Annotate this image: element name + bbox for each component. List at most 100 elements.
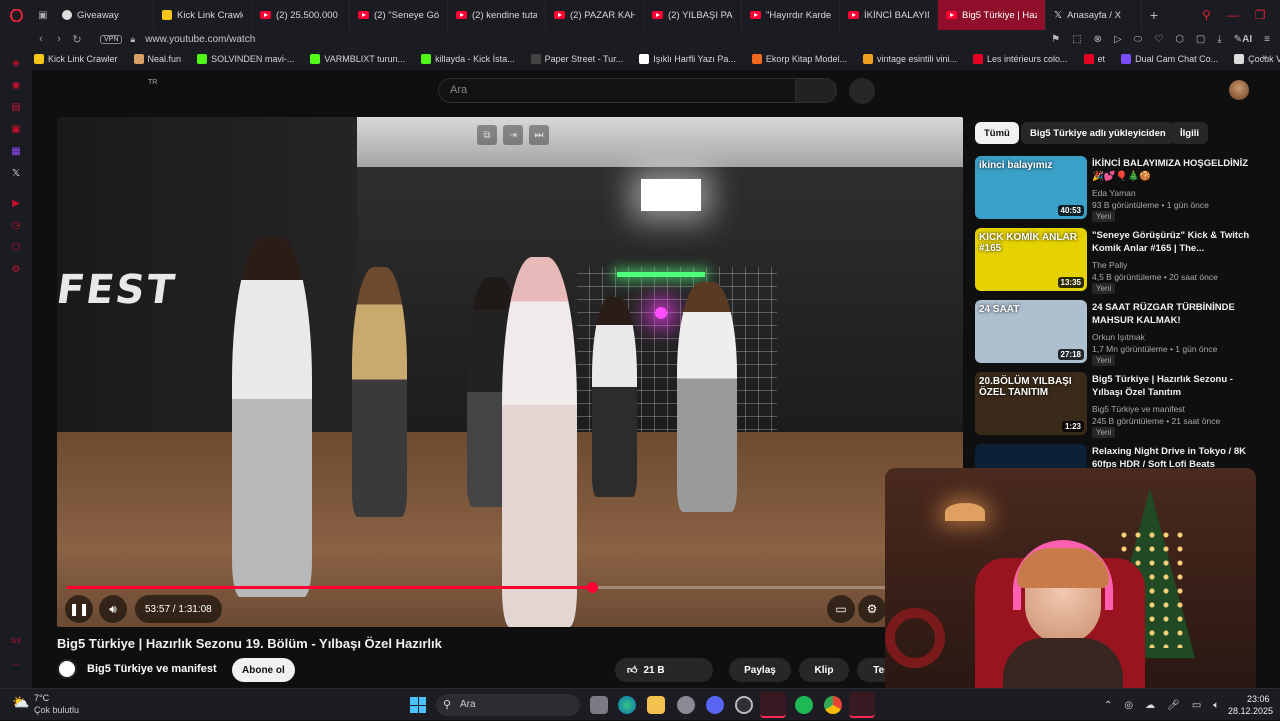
file-explorer-icon[interactable]	[647, 696, 665, 714]
clip-button[interactable]: Klip	[799, 658, 849, 682]
browser-tab[interactable]: (2) YILBAŞI PASTA	[644, 0, 742, 30]
channel-avatar[interactable]	[57, 659, 77, 679]
bookmark-item[interactable]: Les intérieurs colo...	[965, 54, 1076, 64]
recommended-title[interactable]: İKİNCİ BALAYIMIZA HOŞGELDİNİZ 🎉💕🎈🎄🍪	[1092, 158, 1262, 183]
cast-icon[interactable]: ⇥	[503, 125, 523, 145]
recommended-video[interactable]: KICK KOMİK ANLAR #165 13:35 "Seneye Görüşü…	[975, 228, 1265, 294]
snapshot-icon[interactable]: ⬚	[1072, 34, 1081, 45]
steam-icon[interactable]	[735, 696, 753, 714]
video-thumbnail[interactable]: 24 SAAT 27:18	[975, 300, 1087, 363]
back-arrow-icon[interactable]: ‹	[32, 33, 50, 45]
display-icon[interactable]: ▭	[1192, 700, 1201, 711]
download-icon[interactable]: ⤓	[1217, 34, 1221, 45]
recommended-channel[interactable]: Orkun Işıtmak	[1092, 332, 1145, 342]
chat-icon[interactable]: ▤	[10, 102, 22, 114]
tab-overview-icon[interactable]: ▣	[32, 10, 54, 21]
taskbar-search-input[interactable]: Ara	[436, 694, 580, 716]
browser-tab[interactable]: "Hayırdır Kardeş"	[742, 0, 840, 30]
mic-icon[interactable]: 🎤︎	[1167, 700, 1180, 711]
recommended-title[interactable]: Big5 Türkiye | Hazırlık Sezonu - Yılbaşı…	[1092, 374, 1262, 399]
bookmark-item[interactable]: Kick Link Crawler	[26, 54, 126, 64]
minimize-button[interactable]: —	[1227, 8, 1239, 22]
flow-icon[interactable]: ⬭	[1134, 34, 1143, 45]
task-view-icon[interactable]	[590, 696, 608, 714]
adblock-icon[interactable]: ⊗	[1094, 34, 1102, 45]
gx-icon[interactable]: GX	[10, 636, 22, 648]
voice-search-button[interactable]	[849, 78, 875, 104]
progress-bar[interactable]	[67, 582, 953, 593]
bookmark-item[interactable]: et	[1076, 54, 1114, 64]
cloud-icon[interactable]: ☁	[1145, 700, 1155, 711]
account-avatar[interactable]	[1229, 80, 1249, 100]
bookmark-item[interactable]: vintage esintili vini...	[855, 54, 965, 64]
recommended-video[interactable]: 20.BÖLÜM YILBAŞI ÖZEL TANITIM 1:23 Big5 Tü…	[975, 372, 1265, 438]
obs-icon[interactable]	[849, 692, 875, 718]
tray-chevron-icon[interactable]: ⌃	[1104, 700, 1112, 711]
settings-app-icon[interactable]	[677, 696, 695, 714]
recommended-channel[interactable]: Eda Yaman	[1092, 188, 1136, 198]
channel-name[interactable]: Big5 Türkiye ve manifest	[87, 663, 217, 675]
settings-icon[interactable]: ⚙	[10, 264, 22, 276]
bookmark-item[interactable]: Dual Cam Chat Co...	[1113, 54, 1226, 64]
weather-temp[interactable]: 7°C	[34, 693, 49, 703]
chrome-icon[interactable]	[824, 696, 842, 714]
search-input[interactable]: Ara	[438, 78, 796, 103]
clock-date[interactable]: 28.12.2025	[1228, 706, 1273, 716]
video-thumbnail[interactable]: ikinci balayımız 40:53	[975, 156, 1087, 219]
reload-icon[interactable]: ↻	[68, 33, 86, 46]
player-sidebar-icon[interactable]: ▶	[10, 198, 22, 210]
aria-icon[interactable]: ✎AI	[1234, 34, 1252, 45]
clock-time[interactable]: 23:06	[1247, 694, 1270, 704]
more-icon[interactable]: ···	[10, 658, 22, 670]
bookmark-item[interactable]: SOLVINDEN mavi-...	[189, 54, 302, 64]
scrubber-handle[interactable]	[586, 582, 598, 593]
opera-logo-icon[interactable]	[0, 8, 32, 22]
new-tab-button[interactable]: +	[1142, 7, 1166, 23]
browser-tab[interactable]: İKİNCİ BALAYIMIZ	[840, 0, 938, 30]
video-thumbnail[interactable]: KICK KOMİK ANLAR #165 13:35	[975, 228, 1087, 291]
recommended-title[interactable]: "Seneye Görüşürüz" Kick & Twitch Komik A…	[1092, 230, 1262, 255]
weather-icon[interactable]: ⛅	[12, 694, 29, 711]
miniplayer-icon[interactable]: ⧉	[477, 125, 497, 145]
forward-arrow-icon[interactable]: ›	[50, 33, 68, 45]
weather-desc[interactable]: Çok bulutlu	[34, 705, 79, 715]
browser-tab[interactable]: 𝕏 Anasayfa / X	[1046, 0, 1142, 30]
browser-tab[interactable]: Kick Link Crawler	[154, 0, 252, 30]
recommended-title[interactable]: 24 SAAT RÜZGAR TÜRBİNİNDE MAHSUR KALMAK!	[1092, 302, 1262, 327]
history-icon[interactable]: ◷	[10, 220, 22, 232]
subtitles-icon[interactable]: ▭	[827, 595, 855, 623]
maximize-button[interactable]: ❐	[1255, 8, 1266, 22]
recommended-channel[interactable]: Big5 Türkiye ve manifest	[1092, 404, 1185, 414]
opera-gx-icon[interactable]	[760, 692, 786, 718]
browser-tab[interactable]: (2) kendine tutam	[448, 0, 546, 30]
lock-icon[interactable]: 🔒︎	[130, 34, 135, 45]
edge-icon[interactable]	[618, 696, 636, 714]
bookmark-item[interactable]: Işıklı Harfli Yazı Pa...	[631, 54, 744, 64]
bookmark-item[interactable]: Paper Street - Tur...	[523, 54, 632, 64]
url-field[interactable]: www.youtube.com/watch	[145, 34, 255, 45]
vpn-badge[interactable]: VPN	[100, 34, 123, 44]
aria-sidebar-icon[interactable]: ◈	[10, 58, 22, 70]
discord-icon[interactable]	[706, 696, 724, 714]
bookmark-item[interactable]: Çocuk Vlog Bingosu	[1226, 54, 1280, 64]
x-twitter-icon[interactable]: 𝕏	[10, 168, 22, 180]
extensions-icon[interactable]: ⬡	[1175, 34, 1184, 45]
recommended-video[interactable]: 24 SAAT 27:18 24 SAAT RÜZGAR TÜRBİNİNDE MA…	[975, 300, 1265, 366]
next-video-icon[interactable]: ⏭	[529, 125, 549, 145]
pause-button[interactable]: ❚❚	[65, 595, 93, 623]
volume-icon[interactable]: 🔊︎	[99, 595, 127, 623]
browser-tab[interactable]: (2) 25.500.000 De	[252, 0, 350, 30]
bookmark-item[interactable]: Ekorp Kitap Model...	[744, 54, 855, 64]
speaker-icon[interactable]: 🔈︎	[1213, 700, 1219, 711]
spotify-icon[interactable]	[795, 696, 813, 714]
recommended-video[interactable]: ikinci balayımız 40:53 İKİNCİ BALAYIMIZA H…	[975, 156, 1265, 222]
instagram-icon[interactable]: ▣	[10, 124, 22, 136]
player-icon[interactable]: ▷	[1114, 34, 1122, 45]
chip-from-uploader[interactable]: Big5 Türkiye adlı yükleyiciden	[1021, 122, 1175, 144]
wallet-icon[interactable]: ▢	[1196, 34, 1205, 45]
browser-tab[interactable]: (2) PAZAR KAHVA	[546, 0, 644, 30]
share-button[interactable]: Paylaş	[729, 658, 791, 682]
bookmark-item[interactable]: Neal.fun	[126, 54, 190, 64]
bookmark-item[interactable]: VARMBLIXT turun...	[302, 54, 413, 64]
settings-gear-icon[interactable]: ⚙	[858, 595, 886, 623]
